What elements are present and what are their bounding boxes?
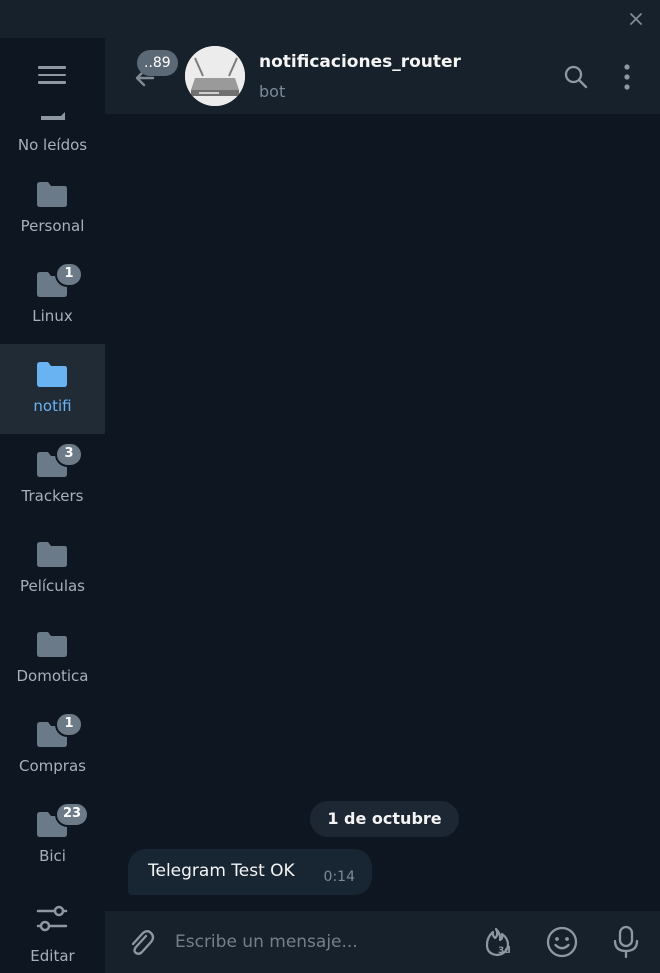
date-separator: 1 de octubre bbox=[310, 801, 459, 837]
paperclip-icon[interactable] bbox=[125, 927, 157, 959]
folder-icon bbox=[37, 182, 67, 207]
emoji-icon[interactable] bbox=[545, 925, 579, 959]
sidebar-item-edit[interactable]: Editar bbox=[0, 884, 105, 973]
chat-header: ..89 notificaciones_router bot bbox=[105, 38, 660, 114]
chat-bubble-icon bbox=[41, 112, 65, 120]
more-vertical-icon[interactable] bbox=[617, 62, 637, 92]
unread-badge: 23 bbox=[55, 802, 90, 827]
folder-icon bbox=[37, 632, 67, 657]
sidebar-item-label: Linux bbox=[32, 307, 73, 325]
sidebar-item-label: Editar bbox=[30, 947, 75, 965]
message-composer: 3d bbox=[105, 911, 660, 973]
sidebar-item-trackers[interactable]: 3 Trackers bbox=[0, 434, 105, 524]
unread-counter-badge: ..89 bbox=[137, 50, 178, 76]
sidebar-item-notifi[interactable]: notifi bbox=[0, 344, 105, 434]
unread-badge: 1 bbox=[55, 262, 83, 287]
router-icon bbox=[185, 46, 245, 106]
unread-badge: 3 bbox=[55, 442, 83, 467]
close-icon[interactable] bbox=[626, 9, 646, 29]
sidebar-item-unread[interactable]: No leídos bbox=[0, 98, 105, 168]
folder-icon bbox=[37, 542, 67, 567]
search-icon[interactable] bbox=[563, 64, 589, 90]
message-input[interactable] bbox=[175, 925, 455, 959]
sidebar-item-label: Bici bbox=[39, 847, 66, 865]
svg-text:3d: 3d bbox=[498, 946, 511, 956]
chat-subtitle: bot bbox=[259, 82, 286, 101]
sidebar-item-label: notifi bbox=[33, 397, 72, 415]
folder-sidebar: No leídos Personal 1 Linux notifi 3 Trac… bbox=[0, 38, 105, 973]
unread-badge: 1 bbox=[55, 712, 83, 737]
sidebar-item-label: Compras bbox=[19, 757, 86, 775]
sliders-icon bbox=[36, 905, 68, 932]
sidebar-item-label: Películas bbox=[19, 577, 85, 595]
avatar[interactable] bbox=[185, 46, 245, 106]
sidebar-item-label: Personal bbox=[20, 217, 85, 235]
menu-icon[interactable] bbox=[38, 66, 66, 86]
microphone-icon[interactable] bbox=[611, 925, 641, 959]
window-titlebar bbox=[0, 0, 660, 38]
sidebar-item-personal[interactable]: Personal bbox=[0, 164, 105, 254]
sidebar-item-compras[interactable]: 1 Compras bbox=[0, 704, 105, 794]
message-time: 0:14 bbox=[323, 869, 355, 885]
sidebar-item-linux[interactable]: 1 Linux bbox=[0, 254, 105, 344]
sidebar-item-label: Domotica bbox=[16, 667, 89, 685]
sidebar-item-peliculas[interactable]: Películas bbox=[0, 524, 105, 614]
self-destruct-timer-icon[interactable]: 3d bbox=[481, 925, 515, 959]
sidebar-item-label: No leídos bbox=[17, 136, 88, 154]
sidebar-item-domotica[interactable]: Domotica bbox=[0, 614, 105, 704]
sidebar-item-bici[interactable]: 23 Bici bbox=[0, 794, 105, 884]
message-text: Telegram Test OK bbox=[148, 861, 295, 881]
chat-title: notificaciones_router bbox=[259, 52, 461, 72]
folder-icon bbox=[37, 362, 67, 387]
back-button[interactable]: ..89 bbox=[131, 50, 178, 98]
message-bubble[interactable]: Telegram Test OK 0:14 bbox=[128, 849, 372, 895]
sidebar-item-label: Trackers bbox=[21, 487, 84, 505]
